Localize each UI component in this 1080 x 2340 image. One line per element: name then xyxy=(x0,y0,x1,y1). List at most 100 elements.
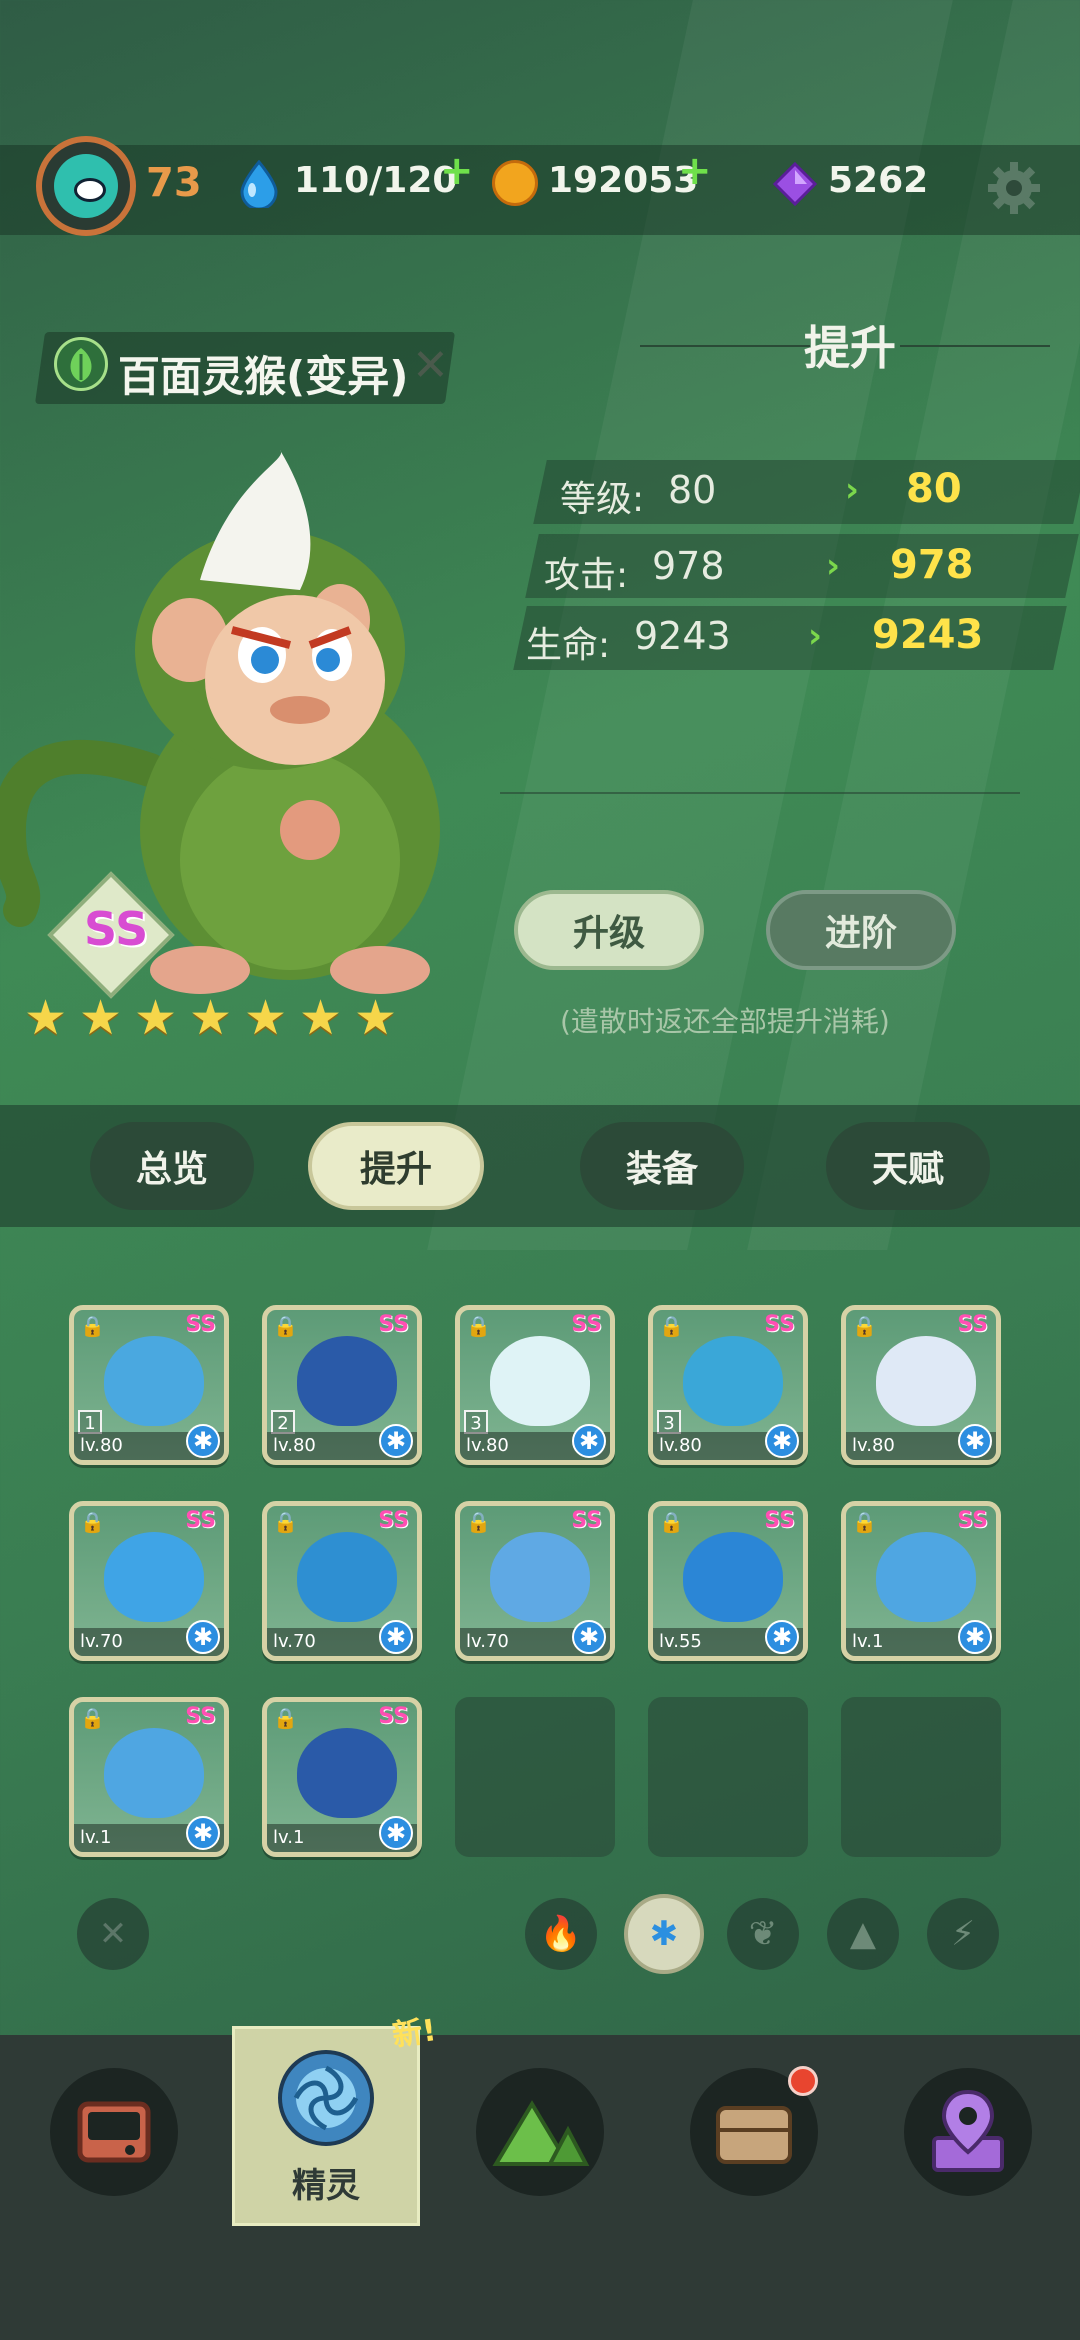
pet-card[interactable]: 🔒 SS lv.80 ✱ xyxy=(841,1305,1001,1465)
stat-current: 80 xyxy=(668,468,717,512)
pet-portrait xyxy=(297,1728,397,1818)
rank-label: SS xyxy=(185,1704,216,1729)
arrow-right-icon: › xyxy=(808,616,823,656)
pet-card[interactable]: 🔒 SS lv.70 ✱ xyxy=(262,1501,422,1661)
lock-icon: 🔒 xyxy=(659,1510,684,1534)
lock-icon: 🔒 xyxy=(466,1510,491,1534)
new-badge: 新! xyxy=(390,2013,439,2054)
tab-upgrade[interactable]: 提升 xyxy=(308,1122,484,1210)
ice-element-icon: ✱ xyxy=(186,1424,220,1458)
ice-element-icon: ✱ xyxy=(765,1620,799,1654)
stat-label: 等级: xyxy=(560,479,645,520)
nav-spirit-label: 精灵 xyxy=(292,2166,360,2206)
rock-filter-icon[interactable]: ▲ xyxy=(827,1898,899,1970)
add-coins-button[interactable]: + xyxy=(678,148,712,194)
pet-card[interactable]: 🔒 SS lv.1 ✱ xyxy=(69,1697,229,1857)
ice-element-icon: ✱ xyxy=(958,1424,992,1458)
pet-card[interactable]: 🔒 SS 3 lv.80 ✱ xyxy=(648,1305,808,1465)
player-level: 73 xyxy=(146,160,202,206)
nav-adventure[interactable] xyxy=(476,2068,604,2196)
rank-label: SS xyxy=(84,902,149,956)
lock-icon: 🔒 xyxy=(852,1510,877,1534)
rank-label: SS xyxy=(957,1312,988,1337)
leaf-element-icon xyxy=(54,337,108,391)
close-icon[interactable]: ✕ xyxy=(412,340,449,391)
stat-label: 生命: xyxy=(526,625,611,666)
stat-current: 978 xyxy=(652,544,725,588)
ice-element-icon: ✱ xyxy=(186,1816,220,1850)
tab-overview[interactable]: 总览 xyxy=(90,1122,254,1210)
pet-card[interactable]: 🔒 SS lv.70 ✱ xyxy=(69,1501,229,1661)
star-icon: ★ xyxy=(244,990,288,1046)
star-icon: ★ xyxy=(189,990,233,1046)
tab-talent[interactable]: 天赋 xyxy=(826,1122,990,1210)
pet-card[interactable]: 🔒 SS 2 lv.80 ✱ xyxy=(262,1305,422,1465)
rank-label: SS xyxy=(378,1508,409,1533)
arrow-right-icon: › xyxy=(826,546,841,586)
pet-card[interactable]: 🔒 SS 1 lv.80 ✱ xyxy=(69,1305,229,1465)
lock-icon: 🔒 xyxy=(852,1314,877,1338)
thunder-filter-icon[interactable]: ⚡ xyxy=(927,1898,999,1970)
level-up-button[interactable]: 升级 xyxy=(514,890,704,970)
star-icon: ★ xyxy=(24,990,68,1046)
pet-portrait xyxy=(683,1336,783,1426)
energy-value: 110/120 xyxy=(294,160,458,201)
coin-icon xyxy=(492,160,538,206)
empty-slot xyxy=(455,1697,615,1857)
lock-icon: 🔒 xyxy=(80,1314,105,1338)
dismiss-refund-hint: (遣散时返还全部提升消耗) xyxy=(560,1005,890,1038)
pet-card[interactable]: 🔒 SS lv.1 ✱ xyxy=(262,1697,422,1857)
lock-icon: 🔒 xyxy=(273,1706,298,1730)
rank-label: SS xyxy=(185,1508,216,1533)
leaf-filter-icon[interactable]: ❦ xyxy=(727,1898,799,1970)
pet-portrait xyxy=(104,1728,204,1818)
coins-value: 192053 xyxy=(548,160,699,201)
ice-filter-icon[interactable]: ✱ xyxy=(624,1894,704,1974)
pet-portrait xyxy=(104,1336,204,1426)
lock-icon: 🔒 xyxy=(273,1510,298,1534)
star-icon: ★ xyxy=(134,990,178,1046)
nav-backpack[interactable] xyxy=(50,2068,178,2196)
pet-card[interactable]: 🔒 SS 3 lv.80 ✱ xyxy=(455,1305,615,1465)
ice-element-icon: ✱ xyxy=(379,1424,413,1458)
lock-icon: 🔒 xyxy=(466,1314,491,1338)
arrow-right-icon: › xyxy=(845,470,860,510)
star-icon: ★ xyxy=(299,990,343,1046)
gear-icon[interactable] xyxy=(986,160,1042,216)
map-pin-icon xyxy=(932,2089,1004,2172)
lock-icon: 🔒 xyxy=(659,1314,684,1338)
eye-icon xyxy=(54,154,118,218)
upgrade-title: 提升 xyxy=(804,321,896,375)
pet-portrait xyxy=(297,1336,397,1426)
advance-button[interactable]: 进阶 xyxy=(766,890,956,970)
pet-portrait xyxy=(876,1336,976,1426)
rank-label: SS xyxy=(185,1312,216,1337)
fire-filter-icon[interactable]: 🔥 xyxy=(525,1898,597,1970)
ice-element-icon: ✱ xyxy=(186,1620,220,1654)
clear-filter-button[interactable]: ✕ xyxy=(77,1898,149,1970)
pet-name: 百面灵猴(变异) xyxy=(118,352,409,401)
water-drop-icon xyxy=(240,160,278,208)
nav-map[interactable] xyxy=(904,2068,1032,2196)
ice-element-icon: ✱ xyxy=(572,1424,606,1458)
tab-equipment[interactable]: 装备 xyxy=(580,1122,744,1210)
lock-icon: 🔒 xyxy=(273,1314,298,1338)
pet-card[interactable]: 🔒 SS lv.70 ✱ xyxy=(455,1501,615,1661)
pet-portrait xyxy=(876,1532,976,1622)
pet-portrait xyxy=(490,1336,590,1426)
device-icon xyxy=(77,2101,151,2163)
pet-portrait xyxy=(683,1532,783,1622)
pet-card[interactable]: 🔒 SS lv.55 ✱ xyxy=(648,1501,808,1661)
add-energy-button[interactable]: + xyxy=(440,148,474,194)
star-icon: ★ xyxy=(354,990,398,1046)
rank-label: SS xyxy=(378,1312,409,1337)
rank-label: SS xyxy=(571,1312,602,1337)
pet-card[interactable]: 🔒 SS lv.1 ✱ xyxy=(841,1501,1001,1661)
player-avatar[interactable] xyxy=(36,136,136,236)
empty-slot xyxy=(648,1697,808,1857)
rank-label: SS xyxy=(957,1508,988,1533)
ice-element-icon: ✱ xyxy=(379,1816,413,1850)
ice-element-icon: ✱ xyxy=(379,1620,413,1654)
rank-label: SS xyxy=(378,1704,409,1729)
ice-element-icon: ✱ xyxy=(765,1424,799,1458)
